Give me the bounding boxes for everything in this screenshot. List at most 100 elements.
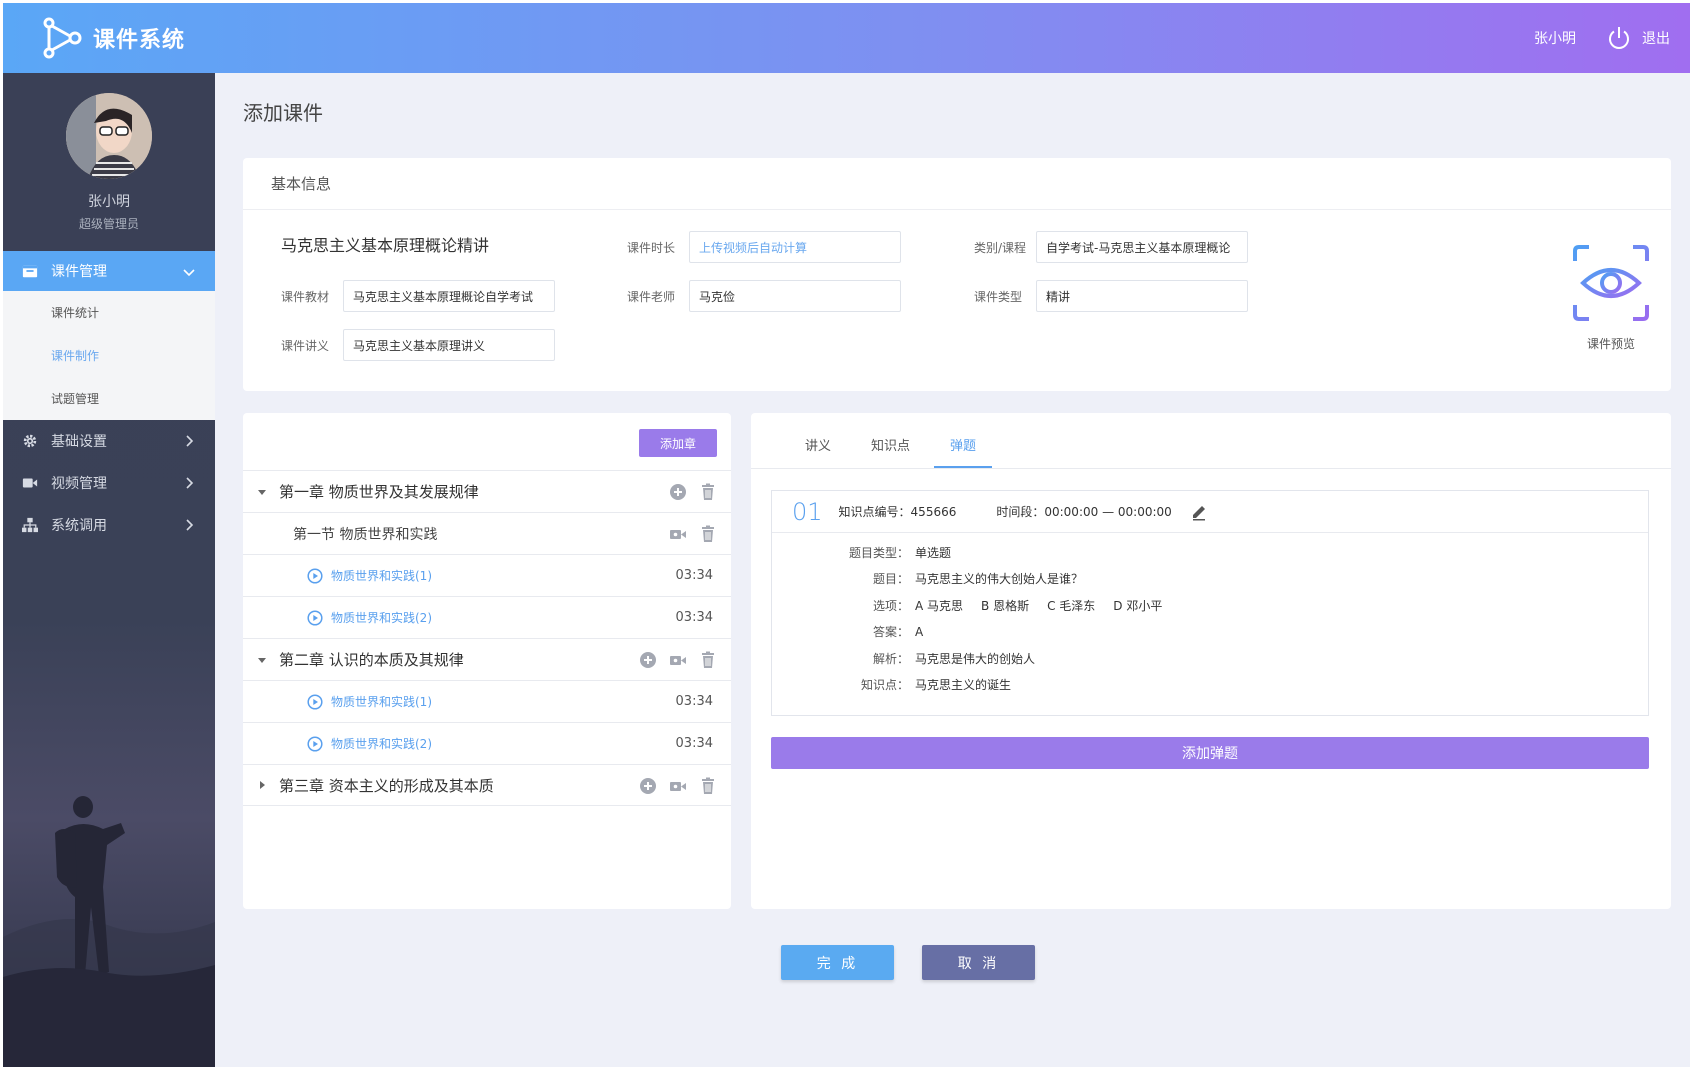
menu-label: 课件管理 [51,264,107,280]
play-circle-icon[interactable] [307,693,323,710]
teacher-input[interactable]: 马克俭 [689,280,901,312]
duration-input[interactable]: 上传视频后自动计算 [689,231,901,263]
caret-right-icon[interactable] [257,780,267,790]
hiker-silhouette-illustration [3,796,215,1067]
add-circle-icon[interactable] [639,651,657,669]
section-label: 第一节 物质世界和实践 [293,526,438,543]
video-icon[interactable] [669,777,687,795]
avatar[interactable] [66,93,152,179]
chapter-label: 第一章 物质世界及其发展规律 [279,483,479,501]
top-header: 课件系统 张小明 退出 [3,3,1690,73]
tree-row-lesson[interactable]: 物质世界和实践(2) 03:34 [243,722,731,764]
logout-label: 退出 [1642,31,1670,47]
category-input[interactable]: 自学考试-马克思主义基本原理概论 [1036,231,1248,263]
chapter-tree: 第一章 物质世界及其发展规律 第一节 物质世界和实践 物质世界和实践(1) 03… [243,470,731,806]
duration-field: 课件时长 上传视频后自动计算 [627,231,901,263]
chevron-right-icon [186,519,194,531]
done-button[interactable]: 完 成 [781,945,894,980]
option-b: B 恩格斯 [981,598,1030,613]
logout-button[interactable]: 退出 [1606,25,1670,51]
type-input[interactable]: 精讲 [1036,280,1248,312]
app-logo[interactable]: 课件系统 [39,15,185,61]
lesson-duration: 03:34 [675,694,713,709]
tree-row-section[interactable]: 第一节 物质世界和实践 [243,512,731,554]
knowledge-point-code: 知识点编号：455666 [838,505,957,519]
teacher-field: 课件老师 马克俭 [627,280,901,312]
submenu-item-statistics[interactable]: 课件统计 [3,291,215,334]
answer-value: A [915,624,924,639]
textbook-input[interactable]: 马克思主义基本原理概论自学考试 [343,280,555,312]
tab-popup-quiz[interactable]: 弹题 [934,435,993,468]
header-user-name[interactable]: 张小明 [1534,28,1576,48]
app-title: 课件系统 [93,28,186,53]
analysis-key: 解析： [872,651,909,666]
tree-row-lesson[interactable]: 物质世界和实践(2) 03:34 [243,596,731,638]
menu-system-call[interactable]: 系统调用 [3,504,215,546]
video-icon[interactable] [669,525,687,543]
chevron-right-icon [186,435,194,447]
caret-down-icon[interactable] [257,487,267,497]
question-value: 马克思主义的伟大创始人是谁？ [915,572,1084,587]
trash-icon[interactable] [699,483,717,501]
user-profile: 张小明 超级管理员 [3,73,215,251]
menu-basic-settings[interactable]: 基础设置 [3,420,215,462]
play-circle-icon[interactable] [307,567,323,584]
textbook-label: 课件教材 [281,289,330,304]
tree-row-lesson[interactable]: 物质世界和实践(1) 03:34 [243,554,731,596]
quiz-number: 01 [792,497,823,526]
handout-label: 课件讲义 [281,338,330,353]
add-chapter-button[interactable]: 添加章 [639,429,717,457]
lesson-duration: 03:34 [675,568,713,583]
menu-courseware-management[interactable]: 课件管理 [3,251,215,291]
add-popup-quiz-button[interactable]: 添加弹题 [771,737,1649,769]
courseware-submenu: 课件统计 课件制作 试题管理 [3,291,215,420]
chapter-label: 第二章 认识的本质及其规律 [279,651,464,669]
menu-label: 基础设置 [51,434,107,450]
edit-pencil-icon[interactable] [1190,503,1208,521]
options-key: 选项： [872,598,909,613]
play-circle-icon[interactable] [307,609,323,626]
tree-row-lesson[interactable]: 物质世界和实践(1) 03:34 [243,680,731,722]
courseware-preview-button[interactable]: 课件预览 [1556,243,1666,352]
trash-icon[interactable] [699,777,717,795]
sitemap-icon [21,516,39,534]
video-icon[interactable] [669,651,687,669]
play-circle-icon[interactable] [307,735,323,752]
lesson-duration: 03:34 [675,610,713,625]
trash-icon[interactable] [699,525,717,543]
tree-row-chapter[interactable]: 第一章 物质世界及其发展规律 [243,470,731,512]
add-circle-icon[interactable] [669,483,687,501]
tab-knowledge-point[interactable]: 知识点 [855,435,926,468]
handout-input[interactable]: 马克思主义基本原理讲义 [343,329,555,361]
tree-row-chapter[interactable]: 第三章 资本主义的形成及其本质 [243,764,731,806]
option-a: A 马克思 [915,598,964,613]
analysis-value: 马克思是伟大的创始人 [915,651,1036,666]
add-circle-icon[interactable] [639,777,657,795]
chevron-down-icon [183,269,195,277]
answer-key: 答案： [872,625,909,640]
category-field: 类别/课程 自学考试-马克思主义基本原理概论 [974,231,1248,263]
cancel-button[interactable]: 取 消 [922,945,1035,980]
lesson-label: 物质世界和实践(2) [331,611,432,625]
basic-info-card: 基本信息 马克思主义基本原理概论精讲 课件时长 上传视频后自动计算 类别/课程 … [243,158,1671,391]
menu-label: 系统调用 [51,518,107,534]
menu-label: 视频管理 [51,476,107,492]
option-d: D 邓小平 [1113,598,1163,613]
caret-down-icon[interactable] [257,655,267,665]
avatar-photo-icon [66,93,152,179]
chapter-label: 第三章 资本主义的形成及其本质 [279,776,494,795]
page-title: 添加课件 [243,101,323,125]
submenu-item-questions[interactable]: 试题管理 [3,377,215,420]
submenu-item-production[interactable]: 课件制作 [3,334,215,377]
menu-video-management[interactable]: 视频管理 [3,462,215,504]
courseware-icon [21,262,39,280]
duration-label: 课件时长 [627,240,676,255]
question-key: 题目： [872,572,909,587]
tree-row-chapter[interactable]: 第二章 认识的本质及其规律 [243,638,731,680]
question-type-value: 单选题 [915,545,952,560]
knowledge-point-value: 马克思主义的诞生 [915,678,1012,693]
trash-icon[interactable] [699,651,717,669]
preview-label: 课件预览 [1586,337,1635,351]
lesson-label: 物质世界和实践(2) [331,737,432,751]
tab-handout[interactable]: 讲义 [789,435,847,468]
